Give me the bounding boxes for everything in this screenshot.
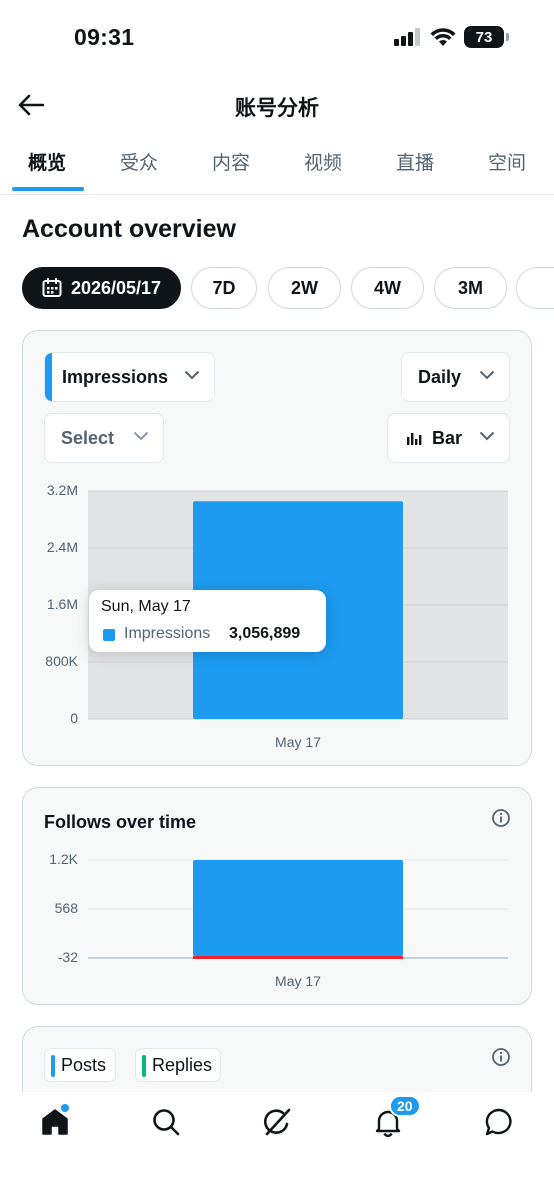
notifications-badge: 20: [389, 1095, 421, 1117]
follows-chart: [88, 859, 508, 959]
legend-replies[interactable]: Replies: [135, 1048, 221, 1082]
y-tick-label: 568: [54, 900, 78, 916]
nav-grok[interactable]: [260, 1105, 294, 1139]
y-tick-label: 1.2K: [49, 851, 78, 867]
y-tick-label: -32: [57, 949, 78, 965]
nav-messages[interactable]: [482, 1105, 516, 1139]
bottom-nav: 20: [0, 1092, 554, 1200]
nav-search[interactable]: [149, 1105, 183, 1139]
search-icon: [153, 1109, 180, 1136]
legend-posts[interactable]: Posts: [44, 1048, 116, 1082]
x-tick-label: May 17: [275, 973, 321, 989]
legend-posts-label: Posts: [61, 1054, 107, 1075]
legend-replies-label: Replies: [152, 1054, 213, 1075]
bar-follows: [193, 860, 403, 956]
home-unread-dot: [61, 1104, 69, 1112]
info-icon[interactable]: [491, 1047, 511, 1067]
bar-unfollows: [193, 956, 403, 959]
messages-icon: [485, 1108, 512, 1136]
grok-icon: [263, 1108, 291, 1136]
